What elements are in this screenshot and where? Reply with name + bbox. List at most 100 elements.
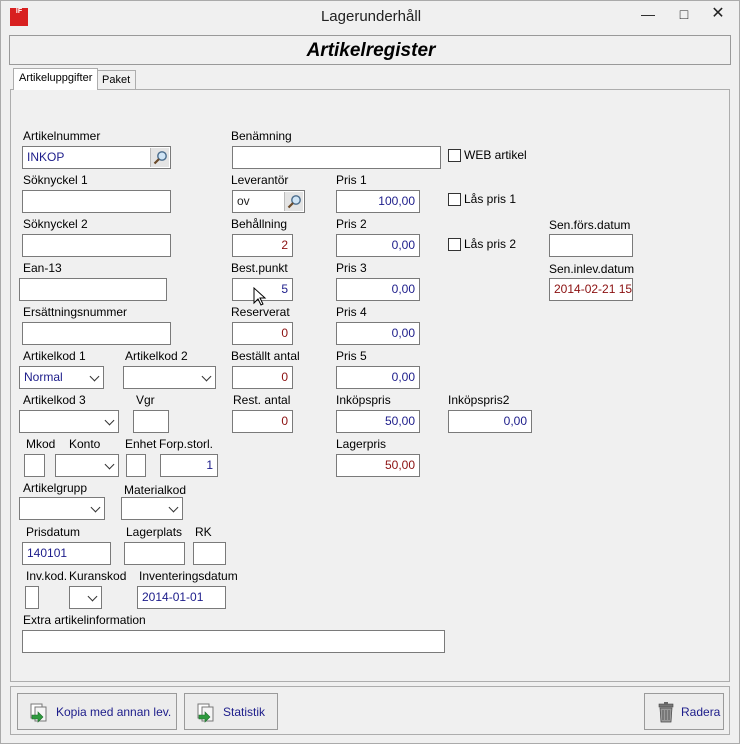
rk-field[interactable] <box>193 542 226 565</box>
ersattningsnummer-label: Ersättningsnummer <box>23 305 128 319</box>
enhet-label: Enhet <box>125 437 157 451</box>
kuranskod-select[interactable] <box>69 586 102 609</box>
inventeringsdatum-label: Inventeringsdatum <box>139 569 238 583</box>
las-pris1-label: Lås pris 1 <box>464 192 517 206</box>
kopia-button-label: Kopia med annan lev. <box>56 705 172 719</box>
sen-inlev-datum-field[interactable]: 2014-02-21 15:2 <box>549 278 633 301</box>
inv-kod-label: Inv.kod. <box>26 569 68 583</box>
search-icon[interactable] <box>284 192 303 211</box>
pris1-field[interactable]: 100,00 <box>336 190 420 213</box>
behallning-field[interactable]: 2 <box>232 234 293 257</box>
radera-button[interactable]: Radera <box>644 693 724 730</box>
artikelnummer-field[interactable]: INKOP <box>22 146 171 169</box>
behallning-label: Behållning <box>231 217 288 231</box>
reserverat-field[interactable]: 0 <box>232 322 293 345</box>
radera-button-label: Radera <box>681 705 721 719</box>
statistik-button-label: Statistik <box>223 705 266 719</box>
forp-storl-label: Forp.storl. <box>159 437 214 451</box>
artikelnummer-value: INKOP <box>27 150 65 164</box>
forp-storl-field[interactable]: 1 <box>160 454 218 477</box>
materialkod-select[interactable] <box>121 497 183 520</box>
reserverat-label: Reserverat <box>231 305 290 319</box>
pris4-field[interactable]: 0,00 <box>336 322 420 345</box>
las-pris1-checkbox[interactable] <box>448 193 461 206</box>
soknyckel1-label: Söknyckel 1 <box>23 173 88 187</box>
rk-label: RK <box>195 525 212 539</box>
maximize-icon[interactable]: □ <box>670 3 698 25</box>
inkopspris2-field[interactable]: 0,00 <box>448 410 532 433</box>
tab-artikeluppgifter[interactable]: Artikeluppgifter <box>13 68 99 90</box>
pris5-label: Pris 5 <box>336 349 367 363</box>
pris2-field[interactable]: 0,00 <box>336 234 420 257</box>
mouse-cursor-icon <box>253 287 267 306</box>
prisdatum-field[interactable]: 140101 <box>22 542 111 565</box>
inkopspris-field[interactable]: 50,00 <box>336 410 420 433</box>
search-icon[interactable] <box>150 148 169 167</box>
artikelgrupp-label: Artikelgrupp <box>23 481 88 495</box>
artikelkod1-select[interactable]: Normal <box>19 366 104 389</box>
mkod-field[interactable] <box>24 454 45 477</box>
ean13-label: Ean-13 <box>23 261 62 275</box>
lagerpris-label: Lagerpris <box>336 437 387 451</box>
chevron-down-icon <box>168 502 179 513</box>
pris5-field[interactable]: 0,00 <box>336 366 420 389</box>
lagerplats-field[interactable] <box>124 542 185 565</box>
chevron-down-icon <box>201 371 212 382</box>
artikelkod3-select[interactable] <box>19 410 119 433</box>
sen-fors-datum-field[interactable] <box>549 234 633 257</box>
bestallt-antal-label: Beställt antal <box>231 349 300 363</box>
bestallt-antal-field[interactable]: 0 <box>232 366 293 389</box>
close-icon[interactable]: ✕ <box>704 3 732 25</box>
las-pris2-checkbox[interactable] <box>448 238 461 251</box>
pris1-label: Pris 1 <box>336 173 367 187</box>
web-artikel-checkbox[interactable] <box>448 149 461 162</box>
inv-kod-field[interactable] <box>25 586 39 609</box>
ean13-field[interactable] <box>19 278 167 301</box>
konto-label: Konto <box>69 437 101 451</box>
inventeringsdatum-field[interactable]: 2014-01-01 <box>137 586 226 609</box>
tab-paket[interactable]: Paket <box>96 70 137 90</box>
pris4-label: Pris 4 <box>336 305 367 319</box>
app-window: IF Lagerunderhåll — □ ✕ Artikelregister … <box>0 0 740 744</box>
inkopspris-label: Inköpspris <box>336 393 391 407</box>
soknyckel2-field[interactable] <box>22 234 171 257</box>
button-bar: Kopia med annan lev. Statistik Radera <box>10 686 730 735</box>
chevron-down-icon <box>90 502 101 513</box>
statistics-document-icon <box>197 703 214 723</box>
sen-fors-datum-label: Sen.förs.datum <box>549 218 631 232</box>
tab-panel-artikeluppgifter: Artikelnummer INKOP Söknyckel 1 Söknycke… <box>10 89 730 682</box>
leverantor-field[interactable]: ov <box>232 190 305 213</box>
leverantor-label: Leverantör <box>231 173 289 187</box>
chevron-down-icon <box>104 459 115 470</box>
rest-antal-field[interactable]: 0 <box>232 410 293 433</box>
konto-select[interactable] <box>55 454 119 477</box>
kopia-med-annan-lev-button[interactable]: Kopia med annan lev. <box>17 693 177 730</box>
minimize-icon[interactable]: — <box>634 3 662 25</box>
extra-info-field[interactable] <box>22 630 445 653</box>
statistik-button[interactable]: Statistik <box>184 693 278 730</box>
lagerplats-label: Lagerplats <box>126 525 183 539</box>
pris3-label: Pris 3 <box>336 261 367 275</box>
benamning-field[interactable] <box>232 146 441 169</box>
copy-document-icon <box>30 703 47 723</box>
pris3-field[interactable]: 0,00 <box>336 278 420 301</box>
artikelkod2-select[interactable] <box>123 366 216 389</box>
prisdatum-label: Prisdatum <box>26 525 81 539</box>
window-title: Lagerunderhåll <box>320 8 422 25</box>
las-pris2-label: Lås pris 2 <box>464 237 517 251</box>
pris2-label: Pris 2 <box>336 217 367 231</box>
soknyckel2-label: Söknyckel 2 <box>23 217 88 231</box>
soknyckel1-field[interactable] <box>22 190 171 213</box>
ersattningsnummer-field[interactable] <box>22 322 171 345</box>
chevron-down-icon <box>104 415 115 426</box>
lagerpris-field[interactable]: 50,00 <box>336 454 420 477</box>
header-panel: Artikelregister <box>9 35 731 65</box>
enhet-field[interactable] <box>126 454 146 477</box>
materialkod-label: Materialkod <box>124 483 187 497</box>
artikelgrupp-select[interactable] <box>19 497 105 520</box>
artikelkod3-label: Artikelkod 3 <box>23 393 86 407</box>
inkopspris2-label: Inköpspris2 <box>448 393 510 407</box>
vgr-field[interactable] <box>133 410 169 433</box>
kuranskod-label: Kuranskod <box>69 569 127 583</box>
benamning-label: Benämning <box>231 129 292 143</box>
